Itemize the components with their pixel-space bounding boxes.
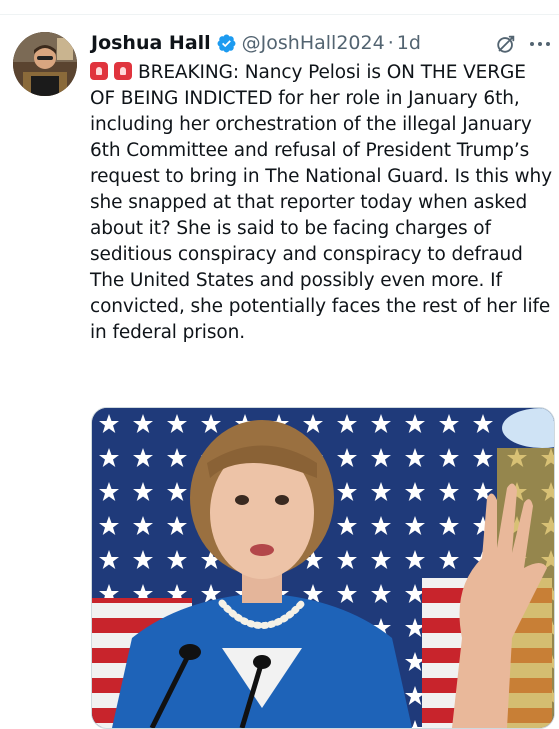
tweet-media-image[interactable] [91,407,555,729]
tweet-text: BREAKING: Nancy Pelosi is ON THE VERGE O… [90,60,552,346]
avatar[interactable] [13,32,77,96]
author-name[interactable]: Joshua Hall [91,32,211,54]
top-divider [0,14,559,15]
more-icon[interactable] [527,34,553,54]
verified-badge-icon [217,34,236,52]
timestamp[interactable]: 1d [397,32,421,54]
tweet-body: BREAKING: Nancy Pelosi is ON THE VERGE O… [90,62,552,343]
tweet-header: Joshua Hall @JoshHall2024 · 1d [91,30,421,56]
siren-emoji [114,62,132,80]
siren-emoji [90,62,108,80]
grok-icon[interactable] [495,33,517,55]
separator-dot: · [387,32,394,54]
author-handle[interactable]: @JoshHall2024 [242,32,385,54]
